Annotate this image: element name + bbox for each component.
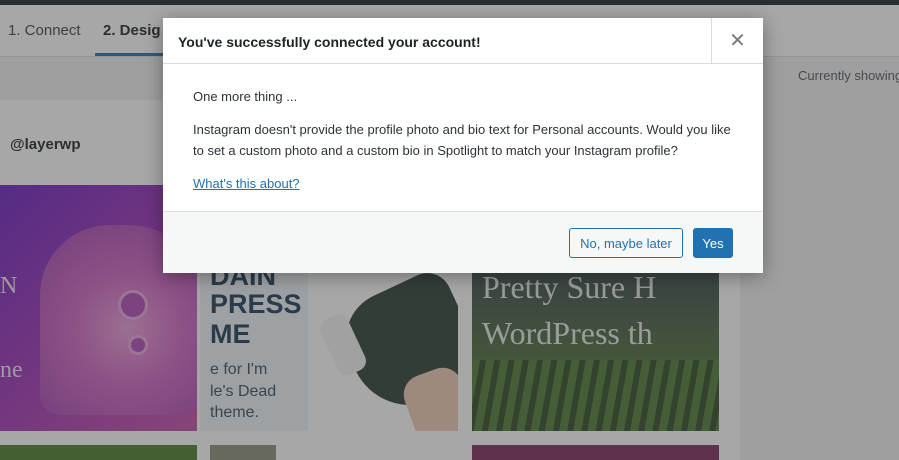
dialog-body: One more thing ... Instagram doesn't pro…	[193, 86, 738, 206]
dialog-header: You've successfully connected your accou…	[163, 18, 763, 64]
close-icon: ✕	[729, 30, 746, 52]
whats-this-about-link[interactable]: What's this about?	[193, 176, 300, 191]
dialog-title: You've successfully connected your accou…	[178, 34, 481, 50]
dialog-footer: No, maybe later Yes	[163, 211, 763, 273]
connected-account-dialog: You've successfully connected your accou…	[163, 18, 763, 273]
yes-button[interactable]: Yes	[693, 228, 733, 258]
close-button[interactable]: ✕	[711, 18, 763, 64]
dialog-message: Instagram doesn't provide the profile ph…	[193, 122, 731, 158]
no-maybe-later-button[interactable]: No, maybe later	[569, 228, 683, 258]
dialog-lead: One more thing ...	[193, 89, 298, 104]
